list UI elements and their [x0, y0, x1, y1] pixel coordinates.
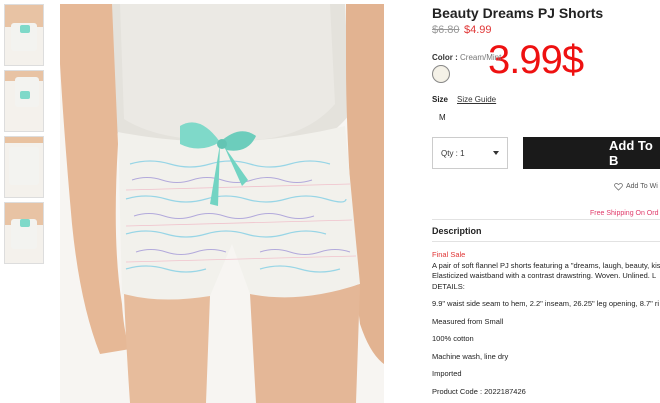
- original-price: $6.80: [432, 24, 460, 36]
- detail-care: Machine wash, line dry: [432, 351, 509, 361]
- description-body: Final Sale A pair of soft flannel PJ sho…: [432, 250, 660, 397]
- details-heading: DETAILS:: [432, 281, 465, 291]
- main-product-image: [60, 4, 384, 403]
- thumbnail-4[interactable]: [4, 202, 44, 264]
- color-swatch-cream[interactable]: [432, 65, 450, 83]
- free-shipping-link[interactable]: Free Shipping On Ord: [590, 210, 658, 217]
- size-option-m[interactable]: M: [439, 113, 446, 122]
- product-title: Beauty Dreams PJ Shorts: [432, 5, 604, 21]
- detail-measurements: 9.9" waist side seam to hem, 2.2" inseam…: [432, 299, 660, 308]
- add-to-bag-button[interactable]: Add To B: [523, 137, 660, 169]
- divider: [432, 219, 660, 220]
- description-line: Elasticized waistband with a contrast dr…: [432, 271, 657, 280]
- description-heading[interactable]: Description: [432, 226, 482, 236]
- thumbnail-1[interactable]: [4, 4, 44, 66]
- thumbnail-3[interactable]: [4, 136, 44, 198]
- wishlist-label: Add To Wi: [626, 183, 658, 190]
- overlay-price: 3.99$: [488, 38, 584, 82]
- color-label-text: Color :: [432, 53, 458, 62]
- quantity-select[interactable]: Qty : 1: [432, 137, 508, 169]
- color-label: Color : Cream/Mint: [432, 53, 501, 62]
- size-guide-link[interactable]: Size Guide: [457, 95, 496, 104]
- detail-material: 100% cotton: [432, 334, 474, 343]
- thumbnail-2[interactable]: [4, 70, 44, 132]
- heart-icon: [614, 183, 623, 191]
- detail-product-code: Product Code : 2022187426: [432, 386, 526, 396]
- detail-origin: Imported: [432, 369, 462, 378]
- size-label: Size: [432, 95, 449, 104]
- description-line: A pair of soft flannel PJ shorts featuri…: [432, 260, 660, 270]
- sale-price: $4.99: [464, 24, 492, 36]
- detail-measured-from: Measured from Small: [432, 316, 504, 326]
- add-to-wishlist-link[interactable]: Add To Wi: [614, 182, 658, 191]
- divider: [432, 241, 660, 242]
- color-value: Cream/Mint: [460, 53, 502, 62]
- chevron-down-icon: [493, 151, 499, 155]
- thumbnail-list: [4, 4, 44, 268]
- quantity-label: Qty : 1: [441, 148, 465, 158]
- final-sale-label: Final Sale: [432, 250, 466, 259]
